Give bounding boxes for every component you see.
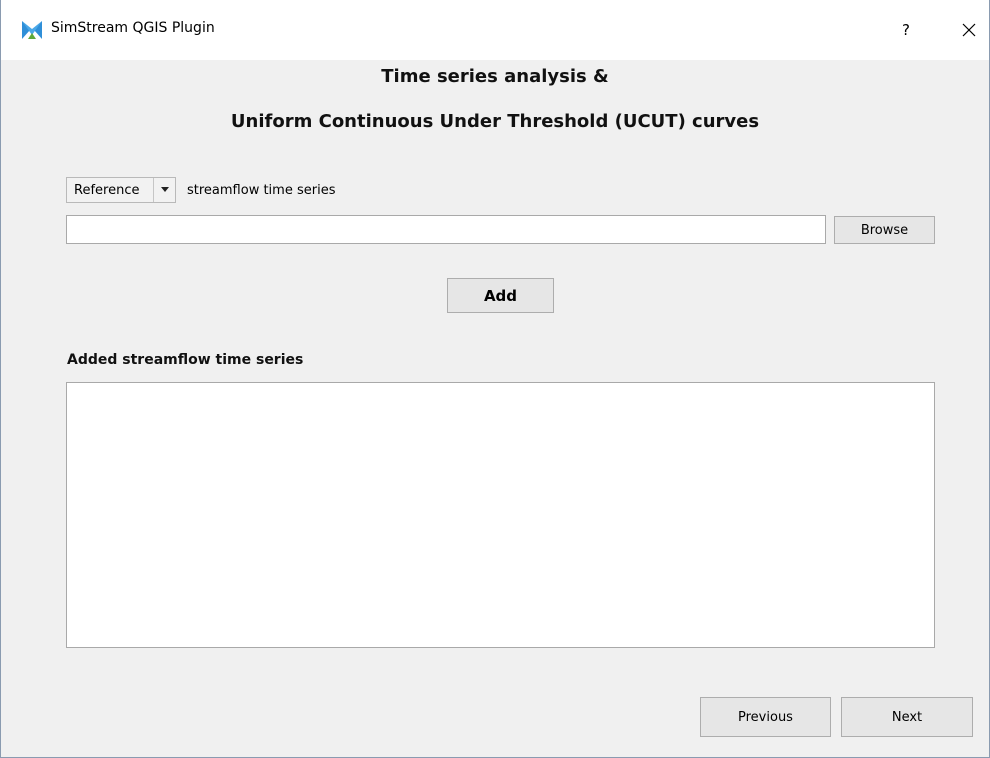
series-type-label: streamflow time series [187,183,336,198]
page-title: Time series analysis & [381,66,609,87]
added-series-list[interactable] [66,382,935,648]
simstream-logo-icon [22,21,42,39]
close-icon[interactable] [956,17,982,43]
page-subtitle: Uniform Continuous Under Threshold (UCUT… [230,111,760,132]
browse-button[interactable]: Browse [834,216,935,244]
series-type-value: Reference [74,183,140,198]
dialog-window: SimStream QGIS Plugin ? Time series anal… [0,0,990,758]
chevron-down-icon [161,187,169,192]
window-title: SimStream QGIS Plugin [51,20,215,36]
next-button[interactable]: Next [841,697,973,737]
series-type-dropdown[interactable]: Reference [66,177,176,203]
add-button[interactable]: Add [447,278,554,313]
dropdown-separator [153,178,154,202]
previous-button[interactable]: Previous [700,697,831,737]
dialog-content: Time series analysis & Uniform Continuou… [1,60,989,757]
file-path-input[interactable] [66,215,826,244]
title-bar[interactable]: SimStream QGIS Plugin ? [1,0,989,60]
help-button[interactable]: ? [891,16,921,44]
added-series-label: Added streamflow time series [67,352,304,368]
